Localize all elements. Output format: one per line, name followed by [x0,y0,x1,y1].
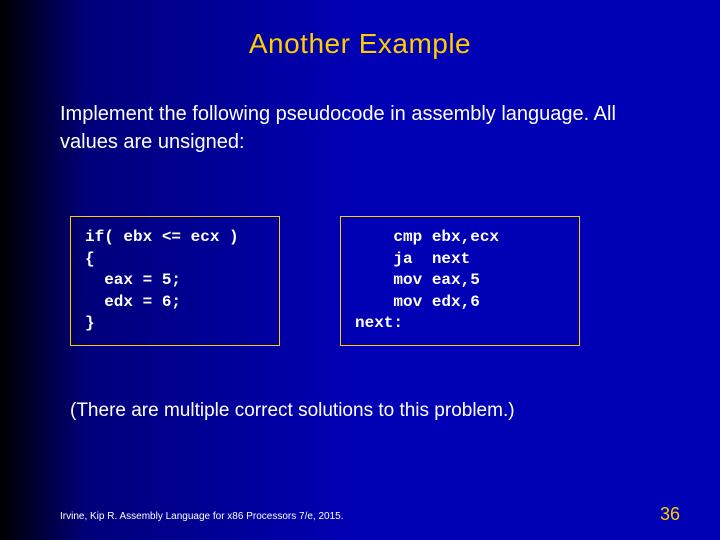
slide-title: Another Example [0,28,720,60]
code-boxes-container: if( ebx <= ecx ) { eax = 5; edx = 6; } c… [70,216,580,346]
pseudocode-box: if( ebx <= ecx ) { eax = 5; edx = 6; } [70,216,280,346]
slide: Another Example Implement the following … [0,0,720,540]
assembly-box: cmp ebx,ecx ja next mov eax,5 mov edx,6 … [340,216,580,346]
description-text: Implement the following pseudocode in as… [60,100,670,156]
note-text: (There are multiple correct solutions to… [70,400,670,422]
footer-citation: Irvine, Kip R. Assembly Language for x86… [60,511,344,522]
page-number: 36 [660,504,680,525]
